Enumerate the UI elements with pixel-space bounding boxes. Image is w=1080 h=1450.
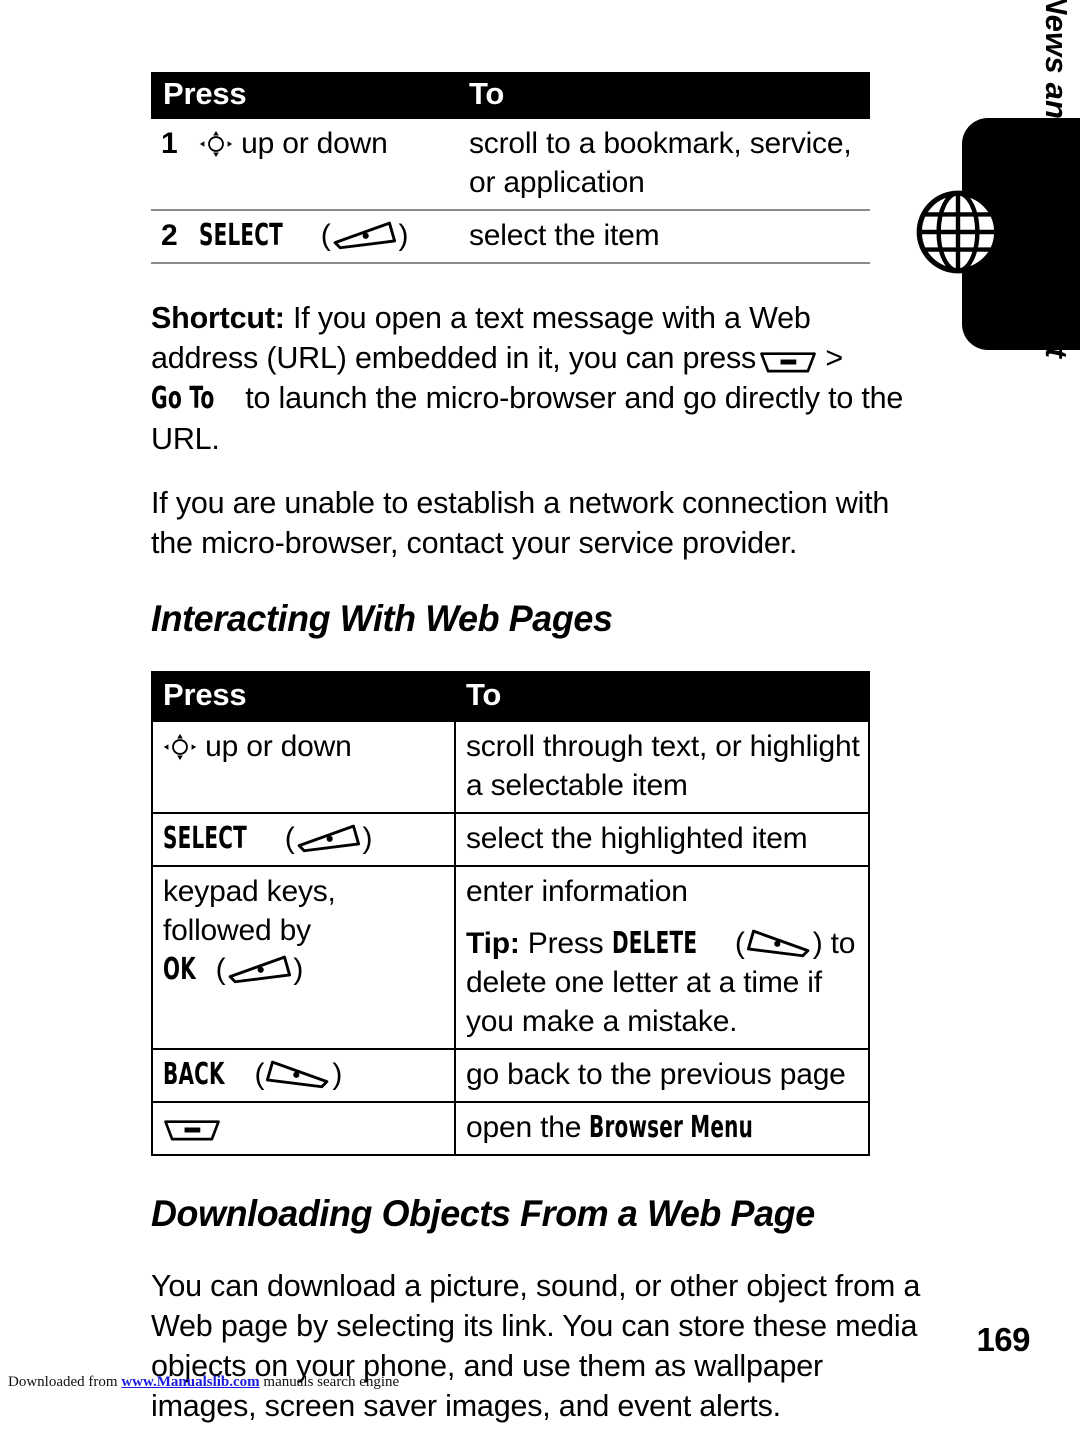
to-text-before: open the [466, 1111, 582, 1144]
press-cell: BACK ( ) [151, 1048, 456, 1103]
paren-close: ) [293, 953, 304, 986]
column-header-press: Press [152, 672, 456, 721]
page-title-interacting: Interacting With Web Pages [151, 598, 613, 639]
footer-attribution: Downloaded from www.Manualslib.com manua… [8, 1374, 399, 1391]
paren-close: ) [398, 219, 409, 252]
to-cell: scroll through text, or highlight a sele… [454, 720, 870, 814]
step-number: 1 [151, 119, 189, 211]
paren-open: ( [215, 953, 226, 986]
table-row: 2 SELECT ( ) select the item [151, 210, 870, 264]
press-cell [151, 1101, 456, 1156]
column-header-to: To [455, 672, 869, 721]
footer-prefix: Downloaded from [8, 1374, 118, 1390]
tip-block: Tip: Press DELETE ( ) to delete one lett… [466, 924, 862, 1041]
press-cell: up or down [151, 720, 456, 814]
press-cell: SELECT ( ) [151, 812, 456, 867]
left-soft-key-icon [225, 954, 293, 984]
step-to-cell: scroll to a bookmark, service, or applic… [459, 119, 870, 211]
paren-close: ) [332, 1058, 343, 1091]
downloading-paragraph: You can download a picture, sound, or ot… [151, 1269, 921, 1423]
shortcut-arrow: > [825, 341, 843, 375]
softkey-label: OK [163, 952, 196, 987]
softkey-label: BACK [163, 1057, 225, 1092]
step-press-cell: up or down [189, 119, 459, 211]
menu-key-icon [163, 1114, 221, 1141]
page-title-downloading: Downloading Objects From a Web Page [151, 1193, 815, 1234]
right-soft-key-icon [745, 928, 813, 958]
left-soft-key-icon [330, 220, 398, 250]
step-to-cell: select the item [459, 210, 870, 264]
menu-key-icon [759, 345, 817, 373]
table-header-row: Press To [151, 72, 870, 119]
table-row: SELECT ( ) select the highlighted item [151, 812, 870, 867]
step-press-cell: SELECT ( ) [189, 210, 459, 264]
manual-page: News and Entertainment Press To 1 up or … [0, 0, 1080, 1423]
table-row: BACK ( ) go back to the previous page [151, 1048, 870, 1103]
column-header-press: Press [151, 72, 459, 119]
press-text: up or down [205, 730, 352, 763]
footer-suffix: manuals search engine [263, 1374, 400, 1390]
press-text-line1: keypad keys, [163, 875, 336, 908]
right-soft-key-icon [264, 1059, 332, 1089]
section-tab-label: News and Entertainment [1039, 0, 1074, 359]
softkey-label: SELECT [163, 821, 248, 856]
menu-label: Browser Menu [589, 1110, 754, 1145]
table-row: 1 up or down scroll to a bookmark, servi… [151, 119, 870, 211]
page-content: Press To 1 up or down scroll to a bookma… [151, 72, 921, 1450]
paren-close: ) [362, 822, 373, 855]
step-press-text: up or down [241, 127, 388, 160]
table-row: keypad keys, followed by OK ( ) enter in… [151, 865, 870, 1050]
to-cell: select the highlighted item [454, 812, 870, 867]
to-cell: enter information Tip: Press DELETE ( ) [454, 865, 870, 1050]
menu-item-label: Go To [151, 381, 215, 416]
paren-open: ( [254, 1058, 265, 1091]
table-row: up or down scroll through text, or highl… [151, 720, 870, 814]
shortcut-label: Shortcut: [151, 301, 285, 335]
table-header-row: Press To [152, 672, 869, 721]
left-soft-key-icon [294, 823, 362, 853]
shortcut-paragraph: Shortcut: If you open a text message wit… [151, 298, 921, 459]
step-number: 2 [151, 210, 189, 264]
softkey-label: SELECT [199, 218, 284, 253]
press-text-line2: followed by [163, 914, 311, 947]
shortcut-text-after: to launch the micro-browser and go direc… [151, 381, 904, 456]
navigation-key-icon [163, 732, 197, 761]
browse-steps-table: Press To 1 up or down scroll to a bookma… [151, 72, 870, 264]
interacting-keys-table: Press To up or down scroll through text,… [151, 671, 870, 1156]
paren-close: ) [812, 927, 823, 960]
navigation-key-icon [199, 129, 233, 158]
page-number: 169 [976, 1321, 1030, 1358]
tip-text-before: Press [527, 927, 604, 960]
table-row: open the Browser Menu [151, 1101, 870, 1156]
tip-label: Tip: [466, 927, 520, 960]
manualslib-link[interactable]: www.Manualslib.com [121, 1374, 259, 1390]
to-text: enter information [466, 875, 688, 908]
globe-icon [914, 188, 1002, 276]
press-cell: keypad keys, followed by OK ( ) [151, 865, 456, 1050]
to-cell: open the Browser Menu [454, 1101, 870, 1156]
to-cell: go back to the previous page [454, 1048, 870, 1103]
paren-open: ( [284, 822, 295, 855]
paren-open: ( [734, 927, 745, 960]
paren-open: ( [320, 219, 331, 252]
softkey-label: DELETE [611, 926, 697, 961]
column-header-to: To [459, 72, 870, 119]
network-paragraph: If you are unable to establish a network… [151, 486, 890, 560]
